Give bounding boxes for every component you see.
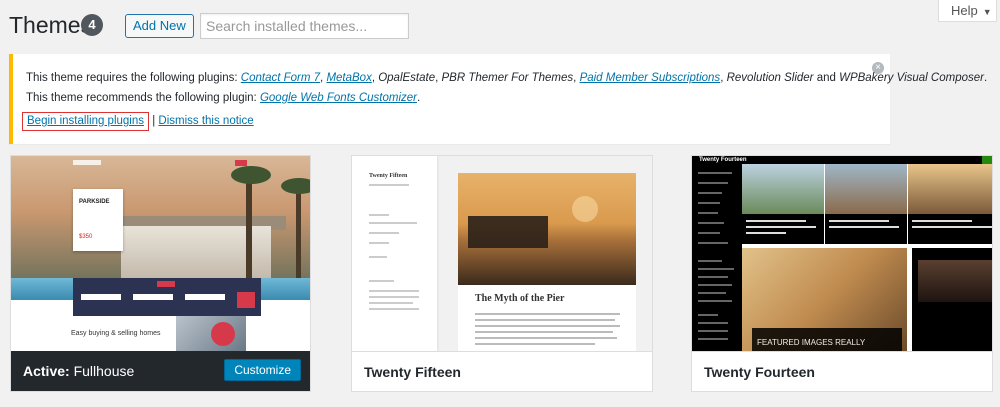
theme-screenshot-fullhouse[interactable]: PARKSIDE $350 Easy buying & selling home… [11,156,310,352]
theme-count-badge: 4 [81,14,103,36]
plugin-name-revolution-slider: Revolution Slider [726,72,814,84]
plugin-name-wpbakery: WPBakery Visual Composer [839,72,984,84]
theme-screenshot-twenty-fourteen[interactable]: Twenty Fourteen FEATURED IMAGES REALLY [692,156,992,352]
notice-actions: Begin installing plugins | Dismiss this … [22,112,254,131]
theme-name-twenty-fourteen: Twenty Fourteen [704,364,815,380]
theme-name-twenty-fifteen: Twenty Fifteen [364,364,461,380]
plugin-notice: × This theme requires the following plug… [9,54,987,144]
separator: | [152,115,156,127]
theme-footer: Twenty Fourteen [692,351,992,391]
plugin-link-contact-form-7[interactable]: Contact Form 7 [241,72,320,84]
theme-card-twenty-fourteen[interactable]: Twenty Fourteen FEATURED IMAGES REALLY T… [691,155,993,392]
theme-footer: Twenty Fifteen [352,351,652,391]
caret-down-icon: ▼ [982,7,992,17]
search-themes-input[interactable] [200,13,409,39]
begin-installing-plugins-link[interactable]: Begin installing plugins [27,115,144,127]
help-tab[interactable]: Help ▼ [938,0,997,22]
page-title: Themes [9,12,93,38]
theme-card-twenty-fifteen[interactable]: Twenty Fifteen The Myth of the Pier Twen… [351,155,653,392]
preview-listing-box: PARKSIDE $350 [73,189,123,251]
help-label: Help [951,3,978,18]
recommended-plugin-line: This theme recommends the following plug… [26,92,421,104]
customize-button[interactable]: Customize [224,359,301,381]
theme-screenshot-twenty-fifteen[interactable]: Twenty Fifteen The Myth of the Pier [352,156,652,352]
plugin-link-metabox[interactable]: MetaBox [326,72,371,84]
theme-name-fullhouse: Fullhouse [73,363,135,379]
plugin-name-opalestate: OpalEstate [378,72,436,84]
theme-footer-active: Active: Fullhouse Customize [11,351,310,391]
theme-card-fullhouse[interactable]: PARKSIDE $350 Easy buying & selling home… [10,155,311,392]
plugin-link-google-web-fonts[interactable]: Google Web Fonts Customizer [260,92,417,104]
begin-installing-highlight: Begin installing plugins [22,112,149,131]
add-new-button[interactable]: Add New [125,14,194,38]
active-label: Active: [23,363,70,379]
dismiss-notice-link[interactable]: Dismiss this notice [158,115,253,127]
required-plugins-line: This theme requires the following plugin… [26,72,988,84]
plugin-link-paid-member-subscriptions[interactable]: Paid Member Subscriptions [580,72,721,84]
plugin-name-pbr-themer: PBR Themer For Themes [441,72,574,84]
